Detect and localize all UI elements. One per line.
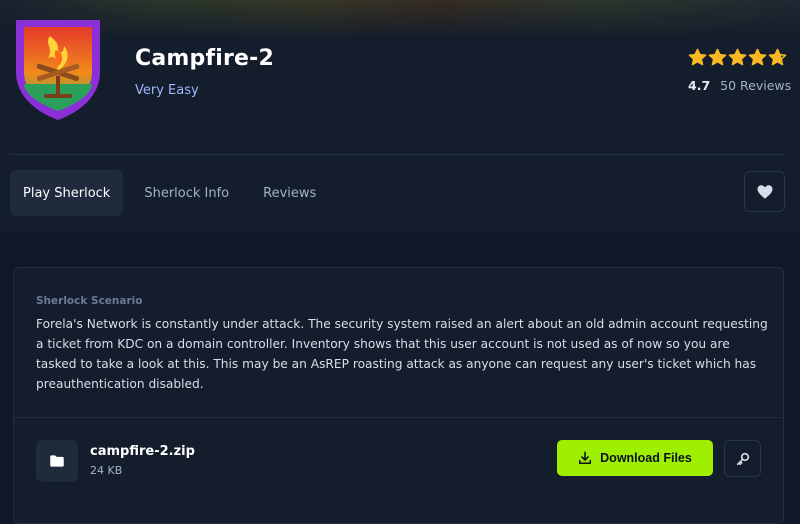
star-icon [688, 48, 707, 66]
rating-value: 4.7 [688, 78, 711, 93]
star-icon [748, 48, 767, 66]
star-icon [768, 48, 787, 66]
star-icon [728, 48, 747, 66]
scenario-label: Sherlock Scenario [36, 295, 143, 307]
sherlock-header: Campfire-2 Very Easy 4.7 50 Reviews [0, 0, 800, 140]
key-icon [736, 452, 749, 465]
download-icon [579, 451, 592, 465]
file-size: 24 KB [90, 464, 123, 477]
tab-sherlock-info[interactable]: Sherlock Info [131, 170, 242, 216]
tab-bar: Play Sherlock Sherlock Info Reviews [10, 170, 337, 216]
campfire-shield-icon [10, 14, 106, 124]
file-name: campfire-2.zip [90, 444, 195, 459]
download-button-label: Download Files [600, 451, 692, 465]
star-icon [708, 48, 727, 66]
favorite-button[interactable] [744, 171, 785, 212]
heart-icon [757, 184, 772, 199]
header-divider [10, 154, 784, 155]
difficulty-label: Very Easy [135, 83, 199, 98]
rating-stars [688, 48, 787, 67]
flag-key-button[interactable] [724, 440, 761, 477]
folder-icon [36, 440, 78, 482]
card-divider [14, 417, 783, 418]
scenario-card: Sherlock Scenario Forela's Network is co… [13, 267, 784, 524]
scenario-text: Forela's Network is constantly under att… [36, 317, 768, 391]
rating-summary: 4.7 50 Reviews [688, 78, 791, 93]
tab-play-sherlock[interactable]: Play Sherlock [10, 170, 124, 216]
reviews-count-link[interactable]: 50 Reviews [720, 78, 791, 93]
sherlock-title: Campfire-2 [135, 46, 274, 71]
download-files-button[interactable]: Download Files [557, 440, 713, 476]
tab-reviews[interactable]: Reviews [250, 170, 329, 216]
